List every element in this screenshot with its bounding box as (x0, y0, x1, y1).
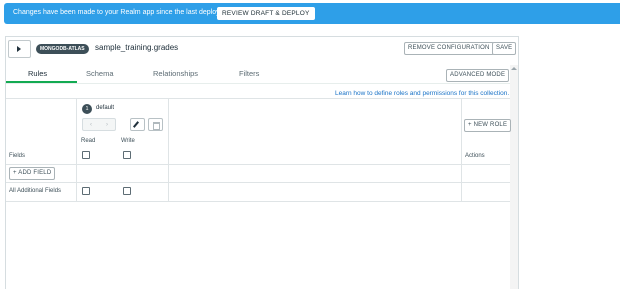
edit-role-button[interactable] (130, 118, 145, 131)
write-column-header: Write (121, 138, 135, 144)
review-draft-deploy-button[interactable]: REVIEW DRAFT & DEPLOY (217, 7, 315, 20)
delete-role-button[interactable] (148, 118, 163, 131)
vertical-scrollbar[interactable] (510, 65, 518, 289)
rules-panel: MONGODB-ATLAS sample_training.grades REM… (5, 36, 519, 289)
expand-collections-button[interactable] (8, 40, 31, 58)
tab-rules[interactable]: Rules (28, 69, 47, 78)
grid-divider (6, 182, 510, 183)
add-field-button[interactable]: + ADD FIELD (9, 167, 56, 180)
trash-icon (153, 122, 160, 130)
collection-name: sample_training.grades (95, 43, 179, 52)
remove-configuration-button[interactable]: REMOVE CONFIGURATION (404, 42, 494, 55)
move-right-icon[interactable]: › (100, 122, 114, 128)
role-name: default (96, 105, 115, 111)
read-column-header: Read (81, 138, 96, 144)
grid-divider (461, 98, 462, 201)
tab-filters[interactable]: Filters (239, 69, 259, 78)
tab-relationships[interactable]: Relationships (153, 69, 198, 78)
scroll-up-icon[interactable] (511, 67, 517, 70)
fields-column-header: Fields (9, 153, 26, 159)
tabs-divider (6, 83, 510, 84)
role-index-badge: 1 (82, 104, 92, 114)
grid-divider (168, 98, 169, 201)
deploy-banner: Changes have been made to your Realm app… (4, 3, 620, 24)
data-source-badge: MONGODB-ATLAS (36, 44, 89, 54)
banner-message: Changes have been made to your Realm app… (13, 9, 222, 16)
pencil-icon (132, 121, 140, 128)
grid-divider (6, 98, 510, 99)
move-left-icon[interactable]: ‹ (84, 122, 98, 128)
write-all-checkbox[interactable] (123, 151, 131, 159)
role-order-control: ‹ › (82, 118, 116, 131)
roles-help-link[interactable]: Learn how to define roles and permission… (335, 90, 509, 97)
advanced-mode-button[interactable]: ADVANCED MODE (446, 69, 510, 82)
grid-divider (6, 164, 510, 165)
tab-schema[interactable]: Schema (86, 69, 114, 78)
new-role-button[interactable]: + NEW ROLE (464, 119, 512, 132)
read-checkbox[interactable] (82, 187, 90, 195)
write-checkbox[interactable] (123, 187, 131, 195)
grid-divider (6, 201, 510, 202)
save-button[interactable]: SAVE (492, 42, 517, 55)
read-all-checkbox[interactable] (82, 151, 90, 159)
row-label: All Additional Fields (9, 188, 62, 194)
grid-divider (76, 98, 77, 201)
tab-bar: Rules Schema Relationships Filters (6, 64, 506, 84)
actions-column-header: Actions (465, 153, 485, 159)
